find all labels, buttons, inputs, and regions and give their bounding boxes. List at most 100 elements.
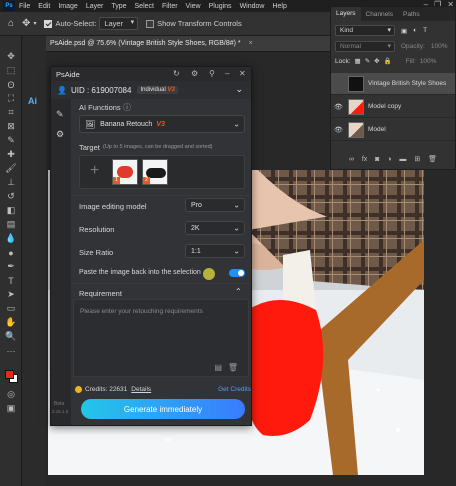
chevron-down-icon[interactable]: ⌄ (235, 84, 243, 95)
filter-image-icon[interactable]: ▣ (401, 27, 407, 35)
pen-tool-icon[interactable]: ✒ (4, 260, 18, 273)
marquee-tool-icon[interactable]: ⬚ (4, 64, 18, 77)
history-icon[interactable]: ▤ (214, 363, 222, 372)
eye-icon[interactable]: 👁 (334, 126, 344, 134)
details-link[interactable]: Details (131, 386, 151, 393)
account-row[interactable]: 👤 UID : 619007084 Individual V3 ⌄ (51, 81, 251, 99)
brush-tool-icon[interactable]: 🖌 (4, 162, 18, 175)
menu-window[interactable]: Window (240, 3, 265, 10)
generate-button[interactable]: Generate immediately (81, 399, 245, 419)
size-ratio-dropdown[interactable]: 1:1 ⌄ (185, 244, 245, 258)
chevron-up-icon[interactable]: ⌃ (235, 287, 242, 296)
resolution-dropdown[interactable]: 2K ⌄ (185, 221, 245, 235)
plan-name: Individual (140, 87, 166, 93)
edit-icon[interactable]: ✎ (56, 109, 66, 119)
clone-stamp-tool-icon[interactable]: ⊥ (4, 176, 18, 189)
gradient-tool-icon[interactable]: ▤ (4, 218, 18, 231)
path-select-tool-icon[interactable]: ➤ (4, 288, 18, 301)
menu-view[interactable]: View (186, 3, 201, 10)
mask-icon[interactable]: ◙ (375, 156, 379, 163)
target-dropzone[interactable]: + 1 2 (79, 155, 245, 189)
opacity-value[interactable]: 100% (431, 43, 448, 50)
foreground-color-swatch[interactable] (5, 370, 14, 379)
refresh-icon[interactable]: ↻ (173, 69, 180, 78)
paste-back-toggle[interactable] (229, 269, 245, 277)
filter-adjust-icon[interactable]: ◐ (413, 27, 417, 34)
home-icon[interactable]: ⌂ (8, 18, 14, 29)
adjustment-icon[interactable]: ◑ (387, 156, 391, 163)
history-brush-tool-icon[interactable]: ↺ (4, 190, 18, 203)
healing-tool-icon[interactable]: ✚ (4, 148, 18, 161)
eye-icon[interactable]: 👁 (334, 103, 344, 111)
blend-mode-dropdown[interactable]: Normal (335, 41, 395, 52)
crop-tool-icon[interactable]: ⌗ (4, 106, 18, 119)
size-ratio-label: Size Ratio (79, 248, 114, 257)
minimize-panel-icon[interactable]: – (225, 69, 229, 78)
menu-plugins[interactable]: Plugins (209, 3, 232, 10)
auto-select-checkbox[interactable] (44, 19, 53, 28)
pin-icon[interactable]: ⚲ (209, 69, 215, 78)
menu-type[interactable]: Type (111, 3, 126, 10)
move-tool-icon[interactable]: ✥ ▾ (22, 18, 36, 29)
settings-icon[interactable]: ⚙ (191, 69, 198, 78)
link-icon[interactable]: ∞ (349, 156, 354, 163)
get-credits-link[interactable]: Get Credits (218, 386, 251, 393)
object-select-tool-icon[interactable]: ⛶ (4, 92, 18, 105)
more-tools-icon[interactable]: ··· (4, 344, 18, 357)
menu-filter[interactable]: Filter (162, 3, 178, 10)
model-label: Image editing model (79, 202, 147, 211)
clear-icon[interactable]: 🗑 (228, 363, 238, 372)
layer-row[interactable]: 👁 Model (331, 119, 455, 141)
show-transform-checkbox[interactable] (146, 19, 155, 28)
add-image-icon[interactable]: + (90, 162, 99, 180)
menu-help[interactable]: Help (272, 3, 286, 10)
auto-select-dropdown[interactable]: Layer (99, 17, 139, 30)
close-document-icon[interactable]: × (249, 40, 253, 47)
folder-icon[interactable]: ▬ (399, 156, 406, 163)
quick-mask-icon[interactable]: ◎ (4, 388, 18, 401)
layer-row[interactable]: 👁 Model copy (331, 96, 455, 118)
frame-tool-icon[interactable]: ⊠ (4, 120, 18, 133)
menu-layer[interactable]: Layer (86, 3, 104, 10)
user-icon: 👤 (57, 85, 67, 95)
psaide-plugin-icon[interactable]: Ai (28, 96, 40, 108)
dodge-tool-icon[interactable]: ● (4, 246, 18, 259)
eyedropper-tool-icon[interactable]: ✎ (4, 134, 18, 147)
move-tool-icon[interactable]: ✥ (4, 50, 18, 63)
fx-icon[interactable]: fx (362, 156, 367, 163)
screen-mode-icon[interactable]: ▣ (4, 402, 18, 415)
requirement-textarea[interactable]: Please enter your retouching requirement… (73, 299, 249, 377)
ai-function-dropdown[interactable]: 🖼 Banana Retouch V3 ⌄ (79, 115, 245, 133)
lock-paint-icon[interactable]: ✎ (365, 57, 370, 65)
hand-tool-icon[interactable]: ✋ (4, 316, 18, 329)
new-layer-icon[interactable]: ⊞ (414, 155, 420, 163)
zoom-tool-icon[interactable]: 🔍 (4, 330, 18, 343)
trash-icon[interactable]: 🗑 (428, 155, 437, 163)
target-image-2[interactable]: 2 (142, 159, 168, 185)
shape-tool-icon[interactable]: ▭ (4, 302, 18, 315)
layer-row[interactable]: Vintage British Style Shoes (331, 73, 455, 95)
lock-position-icon[interactable]: ✥ (374, 57, 379, 65)
lock-pixels-icon[interactable]: ▦ (355, 57, 361, 65)
settings-gear-icon[interactable]: ⚙ (56, 129, 66, 139)
info-icon[interactable]: ⓘ (123, 102, 131, 113)
tab-paths[interactable]: Paths (398, 11, 425, 18)
lasso-tool-icon[interactable]: ʘ (4, 78, 18, 91)
tab-layers[interactable]: Layers (331, 7, 361, 21)
blur-tool-icon[interactable]: 💧 (4, 232, 18, 245)
target-image-1[interactable]: 1 (112, 159, 138, 185)
eraser-tool-icon[interactable]: ◧ (4, 204, 18, 217)
menu-file[interactable]: File (19, 3, 30, 10)
menu-select[interactable]: Select (135, 3, 154, 10)
menu-edit[interactable]: Edit (38, 3, 50, 10)
filter-type-icon[interactable]: T (423, 27, 427, 34)
fill-value[interactable]: 100% (420, 58, 437, 65)
model-dropdown[interactable]: Pro ⌄ (185, 198, 245, 212)
lock-all-icon[interactable]: 🔒 (384, 57, 392, 65)
layer-filter-dropdown[interactable]: Kind (335, 25, 395, 36)
menu-image[interactable]: Image (58, 3, 77, 10)
tab-channels[interactable]: Channels (361, 11, 398, 18)
close-panel-icon[interactable]: ✕ (239, 69, 246, 78)
type-tool-icon[interactable]: T (4, 274, 18, 287)
document-tab[interactable]: PsAide.psd @ 75.6% (Vintage British Styl… (46, 36, 330, 52)
